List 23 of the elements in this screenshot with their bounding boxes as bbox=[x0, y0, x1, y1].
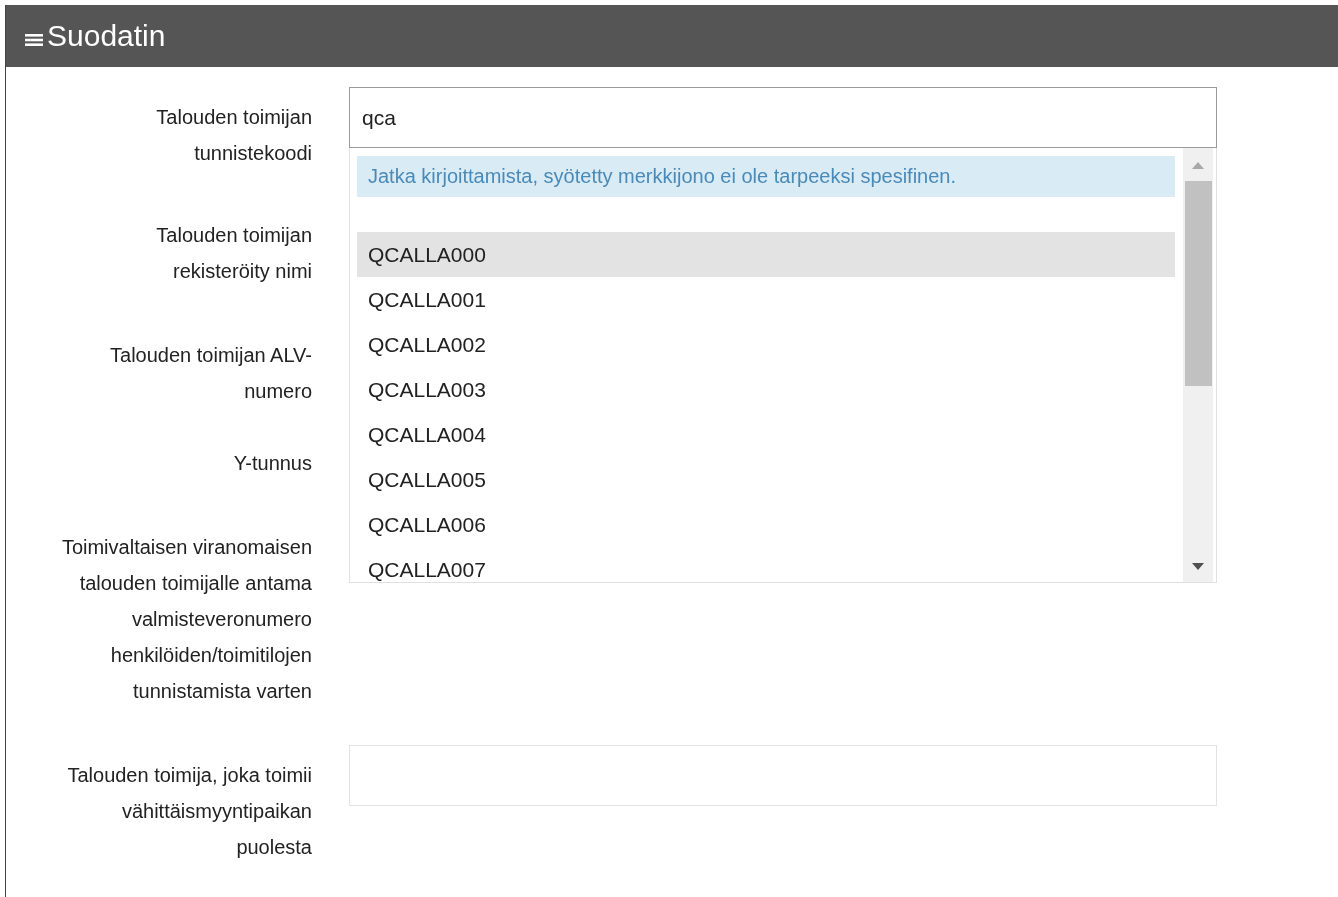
field-label: Talouden toimija, joka toimii vähittäismyyntipaikan puolesta bbox=[66, 763, 312, 860]
text-input[interactable]: qca bbox=[349, 87, 1217, 148]
suggestion-item[interactable]: QCALLA003 bbox=[357, 367, 1175, 412]
suggestion-item[interactable]: QCALLA002 bbox=[357, 322, 1175, 367]
scroll-down-icon[interactable] bbox=[1192, 563, 1204, 570]
suggestion-item[interactable]: QCALLA004 bbox=[357, 412, 1175, 457]
suggestion-item[interactable]: QCALLA006 bbox=[357, 502, 1175, 547]
suggestion-item[interactable]: QCALLA005 bbox=[357, 457, 1175, 502]
field-label: Toimivaltaisen viranomaisen talouden toimijalle antama valmisteveronumero henkilöiden/toimitilojen tunnistamista varten bbox=[60, 535, 312, 704]
menu-icon[interactable] bbox=[25, 32, 43, 47]
notice-message: Jatka kirjoittamista, syötetty merkkijono ei ole tarpeeksi spesifinen. bbox=[357, 156, 1175, 197]
suggestion-item[interactable]: QCALLA001 bbox=[357, 277, 1175, 322]
suggestion-item[interactable]: QCALLA007 bbox=[357, 547, 1175, 582]
scrollbar[interactable] bbox=[1183, 148, 1213, 582]
suggestion-item[interactable]: QCALLA000 bbox=[357, 232, 1175, 277]
header-title: Suodatin bbox=[47, 19, 166, 53]
field-label: Talouden toimijan ALV-numero bbox=[109, 343, 312, 404]
scroll-up-icon[interactable] bbox=[1192, 162, 1204, 169]
text-input[interactable] bbox=[349, 745, 1217, 806]
field-label: Y-tunnus bbox=[232, 451, 312, 476]
field-label: Talouden toimijan tunnistekoodi bbox=[155, 105, 312, 166]
scrollbar-thumb[interactable] bbox=[1184, 181, 1212, 386]
field-label: Talouden toimijan rekisteröity nimi bbox=[155, 223, 312, 284]
